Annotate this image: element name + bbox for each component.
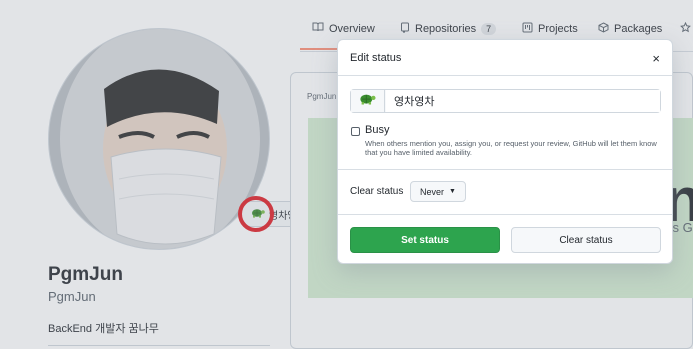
dialog-header: Edit status ×: [338, 40, 672, 76]
dialog-title: Edit status: [350, 52, 402, 64]
busy-label[interactable]: Busy: [365, 124, 389, 136]
divider: [338, 214, 672, 215]
turtle-icon: [359, 92, 376, 110]
clear-status-button[interactable]: Clear status: [511, 227, 661, 253]
close-button[interactable]: ×: [652, 52, 660, 65]
clear-status-value: Never: [420, 186, 445, 197]
clear-status-label: Clear status: [350, 186, 404, 197]
busy-checkbox[interactable]: [351, 127, 360, 136]
divider: [338, 169, 672, 170]
clear-status-dropdown[interactable]: Never ▼: [410, 181, 466, 202]
caret-down-icon: ▼: [449, 188, 456, 195]
status-input-group: [350, 89, 661, 113]
status-message-input[interactable]: [386, 90, 660, 112]
edit-status-dialog: Edit status × Busy When others mention y…: [337, 39, 673, 264]
close-icon: ×: [652, 51, 660, 66]
set-status-button[interactable]: Set status: [350, 227, 500, 253]
emoji-picker-button[interactable]: [351, 90, 385, 112]
busy-description: When others mention you, assign you, or …: [365, 139, 657, 157]
